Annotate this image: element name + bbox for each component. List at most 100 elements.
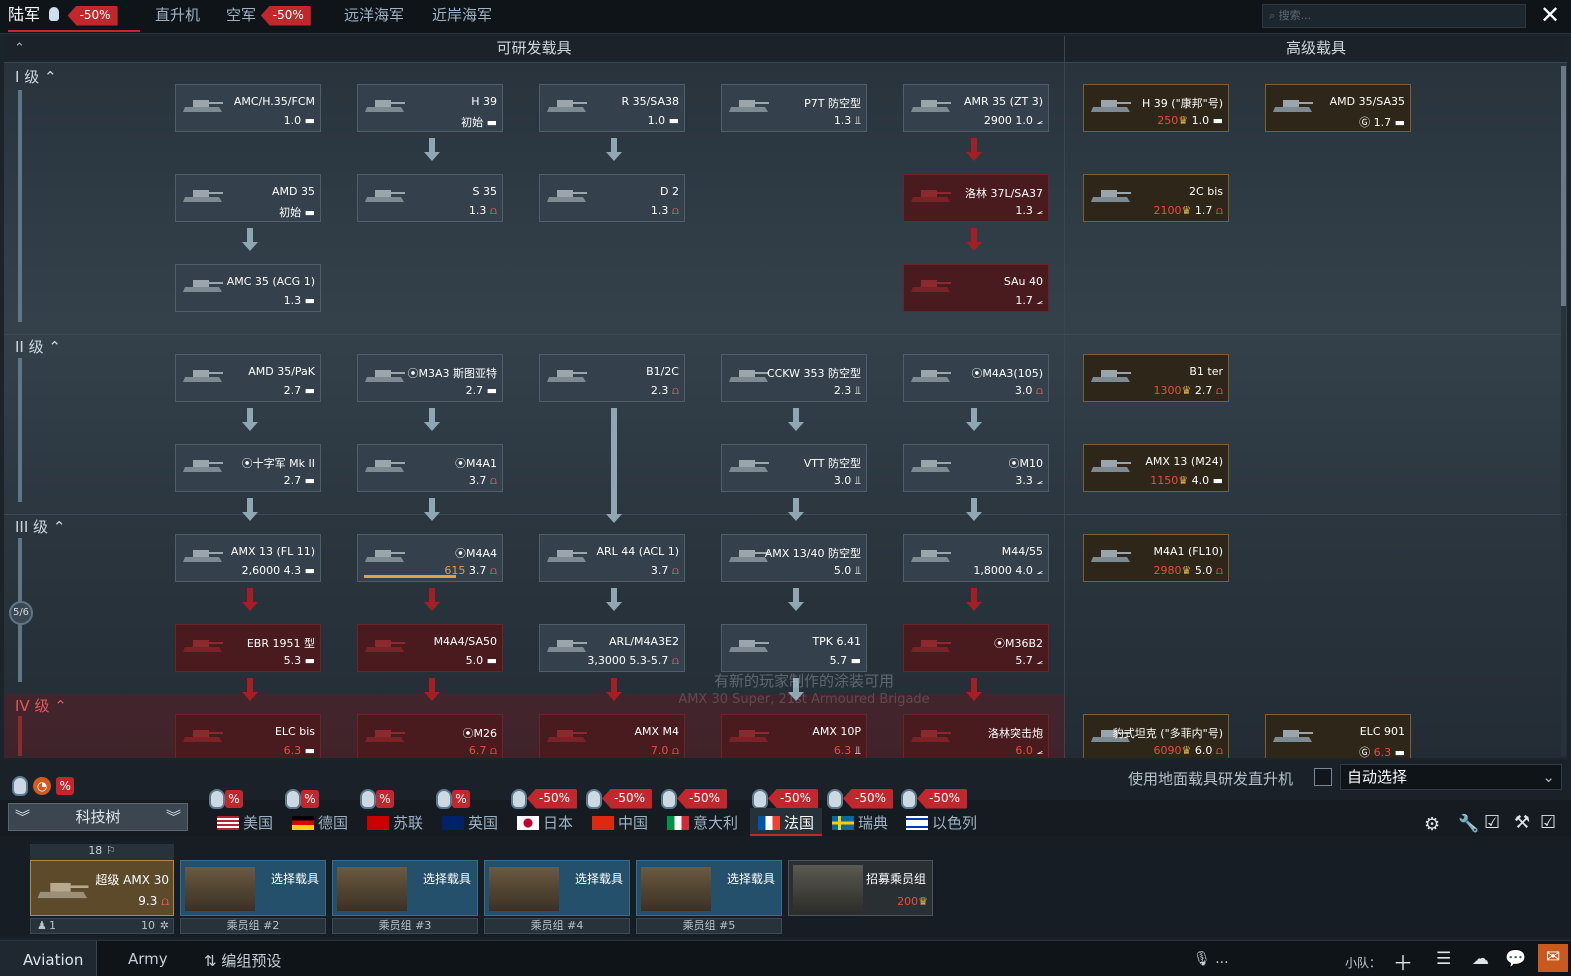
nation-tab-usa[interactable]: 美国 <box>217 812 273 834</box>
vehicle-card[interactable]: R 35/SA38 1.0 ▬ <box>539 84 685 132</box>
vehicle-card-locked[interactable]: ⦿M26 6.7 ⩍ <box>357 714 503 758</box>
vehicle-card-locked[interactable]: SAu 40 1.7 ⦟ <box>903 264 1049 312</box>
vehicle-card[interactable]: ⦿M10 3.3 ⦟ <box>903 444 1049 492</box>
vehicle-card[interactable]: AMC 35 (ACG 1) 1.3 ▬ <box>175 264 321 312</box>
vehicle-card[interactable]: ARL 44 (ACL 1) 3.7 ⩍ <box>539 534 685 582</box>
crew-slot-empty[interactable]: 选择载具 <box>332 860 478 916</box>
vehicle-card[interactable]: AMD 35/PaK 2.7 ▬ <box>175 354 321 402</box>
vehicle-card-premium[interactable]: 豹式坦克 ("多菲内"号) 6090♛ 6.0 ⩍ <box>1083 714 1229 758</box>
vehicle-card[interactable]: AMX 13 (FL 11) 2,6000 4.3 ▬ <box>175 534 321 582</box>
nation-tab-sweden[interactable]: 瑞典 <box>832 812 888 834</box>
vehicle-card[interactable]: AMD 35 初始 ▬ <box>175 174 321 222</box>
vehicle-card[interactable]: AMR 35 (ZT 3) 2900 1.0 ⦟ <box>903 84 1049 132</box>
checkbox-icon[interactable]: ☑ <box>1484 812 1500 833</box>
nation-tab-ussr[interactable]: 苏联 <box>367 812 423 834</box>
vehicle-card-locked[interactable]: EBR 1951 型 5.3 ▬ <box>175 624 321 672</box>
vehicle-card-locked[interactable]: AMX 10P 6.3 ⫫ <box>721 714 867 758</box>
tab-aviation-bottom[interactable]: Aviation <box>0 941 97 976</box>
vehicle-card[interactable]: VTT 防空型 3.0 ⫫ <box>721 444 867 492</box>
tech-tree-button[interactable]: ︾ 科技树 ︾ <box>8 803 188 831</box>
nation-tab-japan[interactable]: 日本 <box>517 812 573 834</box>
vehicle-card-premium[interactable]: H 39 ("康邦"号) 250♛ 1.0 ▬ <box>1083 84 1229 132</box>
vehicle-card[interactable]: ⦿M4A1 3.7 ⩍ <box>357 444 503 492</box>
tab-coastal-fleet[interactable]: 近岸海军 <box>432 0 492 32</box>
vehicle-card-locked[interactable]: ELC bis 6.3 ▬ <box>175 714 321 758</box>
vehicle-card[interactable]: ARL/M4A3E2 3,3000 5.3-5.7 ⩍ <box>539 624 685 672</box>
vehicle-card[interactable]: B1/2C 2.3 ⩍ <box>539 354 685 402</box>
vehicle-card[interactable]: H 39 初始 ▬ <box>357 84 503 132</box>
tab-helicopters[interactable]: 直升机 <box>155 0 200 32</box>
vehicle-card[interactable]: ⦿十字军 Mk II 2.7 ▬ <box>175 444 321 492</box>
vehicle-card-premium[interactable]: AMX 13 (M24) 1150♛ 4.0 ▬ <box>1083 444 1229 492</box>
repair-all-icon[interactable]: ⚒ <box>1514 812 1530 833</box>
close-icon[interactable]: ✕ <box>1537 2 1563 30</box>
rank-label-3[interactable]: III 级 ⌃ <box>15 516 65 537</box>
vehicle-card-locked[interactable]: 洛林突击炮 6.0 ⦟ <box>903 714 1049 758</box>
tree-arrow <box>611 408 617 514</box>
crew-slot-empty[interactable]: 选择载具 <box>636 860 782 916</box>
nation-tab-germany[interactable]: 德国 <box>292 812 348 834</box>
vehicle-card[interactable]: M44/55 1,8000 4.0 ⦟ <box>903 534 1049 582</box>
france-flag-icon <box>758 816 780 830</box>
tank-icon <box>1273 730 1313 742</box>
vehicle-card-premium[interactable]: ELC 901 Ⓖ 6.3 ▬ <box>1265 714 1411 758</box>
tree-arrow-head <box>788 602 804 611</box>
vehicle-card[interactable]: ⦿M4A3(105) 3.0 ⩍ <box>903 354 1049 402</box>
rank-label-1[interactable]: I 级 ⌃ <box>15 66 57 87</box>
vehicle-card[interactable]: D 2 1.3 ⩍ <box>539 174 685 222</box>
vehicle-card[interactable]: AMC/H.35/FCM 1.0 ▬ <box>175 84 321 132</box>
heli-research-checkbox[interactable] <box>1314 768 1332 786</box>
vehicle-card[interactable]: CCKW 353 防空型 2.3 ⫫ <box>721 354 867 402</box>
vehicle-card-premium[interactable]: B1 ter 1300♛ 2.7 ⩍ <box>1083 354 1229 402</box>
research-bulb-icon <box>511 788 527 809</box>
crew-slot-empty[interactable]: 选择载具 <box>180 860 326 916</box>
vehicle-card-researching[interactable]: ⦿M4A4 615 3.7 ⩍ <box>357 534 503 582</box>
contacts-icon[interactable]: ☁ <box>1472 949 1489 969</box>
auto-select-dropdown[interactable]: 自动选择 ⌄ <box>1340 764 1562 790</box>
tank-icon <box>911 370 951 382</box>
vehicle-card-premium[interactable]: 2C bis 2100♛ 1.7 ⩍ <box>1083 174 1229 222</box>
golden-eagle-icon: ♛ <box>1181 744 1192 757</box>
add-squad-icon[interactable]: ＋ <box>1393 947 1413 976</box>
nation-tab-italy[interactable]: 意大利 <box>667 812 738 834</box>
gear-icon[interactable]: ⚙ <box>1424 814 1440 835</box>
crew-slot-empty[interactable]: 选择载具 <box>484 860 630 916</box>
vehicle-card[interactable]: ⦿M3A3 斯图亚特 2.7 ▬ <box>357 354 503 402</box>
search-icon: ⌕ <box>1269 9 1276 22</box>
tab-aviation[interactable]: 空军 -50% <box>226 0 311 32</box>
rank-label-2[interactable]: II 级 ⌃ <box>15 336 61 357</box>
checkbox-icon[interactable]: ☑ <box>1540 812 1556 833</box>
vehicle-card[interactable]: AMX 13/40 防空型 5.0 ⫫ <box>721 534 867 582</box>
tab-army-bottom[interactable]: Army <box>128 950 168 968</box>
chat-icon[interactable]: 💬 <box>1505 949 1526 969</box>
list-icon[interactable]: ☰ <box>1436 949 1451 969</box>
rank-label-4[interactable]: IV 级 ⌃ <box>15 695 67 716</box>
sweden-flag-icon <box>832 816 854 830</box>
nation-tab-britain[interactable]: 英国 <box>442 812 498 834</box>
tab-army[interactable]: 陆军 -50% <box>8 0 140 32</box>
recruit-crew-button[interactable]: 招募乘员组 200♛ <box>788 860 933 916</box>
collapse-icon[interactable]: ⌃ <box>14 36 25 61</box>
tree-scrollbar-thumb[interactable] <box>1561 66 1566 306</box>
nation-tab-israel[interactable]: 以色列 <box>906 812 977 834</box>
vehicle-card-locked[interactable]: AMX M4 7.0 ⩍ <box>539 714 685 758</box>
vehicle-card-premium[interactable]: M4A1 (FL10) 2980♛ 5.0 ⩍ <box>1083 534 1229 582</box>
tree-arrow-head <box>424 602 440 611</box>
vehicle-card-locked[interactable]: 洛林 37L/SA37 1.3 ⦟ <box>903 174 1049 222</box>
wrench-icon[interactable]: 🔧 <box>1458 814 1479 834</box>
search-input[interactable]: ⌕ 搜索... <box>1262 4 1526 28</box>
vehicle-card[interactable]: S 35 1.3 ⩍ <box>357 174 503 222</box>
tab-bluewater-fleet[interactable]: 远洋海军 <box>344 0 404 32</box>
vehicle-card-premium[interactable]: AMD 35/SA35 Ⓖ 1.7 ▬ <box>1265 84 1411 132</box>
preset-button[interactable]: ⇅ 编组预设 <box>204 950 281 971</box>
vehicle-card-locked[interactable]: M4A4/SA50 5.0 ▬ <box>357 624 503 672</box>
mail-icon[interactable]: ✉ <box>1538 944 1568 972</box>
nation-tab-china[interactable]: 中国 <box>592 812 648 834</box>
voice-chat[interactable]: 🎙 ... <box>1193 951 1229 967</box>
nation-tab-france[interactable]: 法国 <box>750 808 822 836</box>
vehicle-card[interactable]: TPK 6.41 5.7 ▬ <box>721 624 867 672</box>
vehicle-card[interactable]: P7T 防空型 1.3 ⫫ <box>721 84 867 132</box>
vehicle-card-locked[interactable]: ⦿M36B2 5.7 ⦟ <box>903 624 1049 672</box>
tank-icon <box>365 190 405 202</box>
crew-slot-active[interactable]: 超级 AMX 30 9.3 ⩍ <box>30 860 174 916</box>
